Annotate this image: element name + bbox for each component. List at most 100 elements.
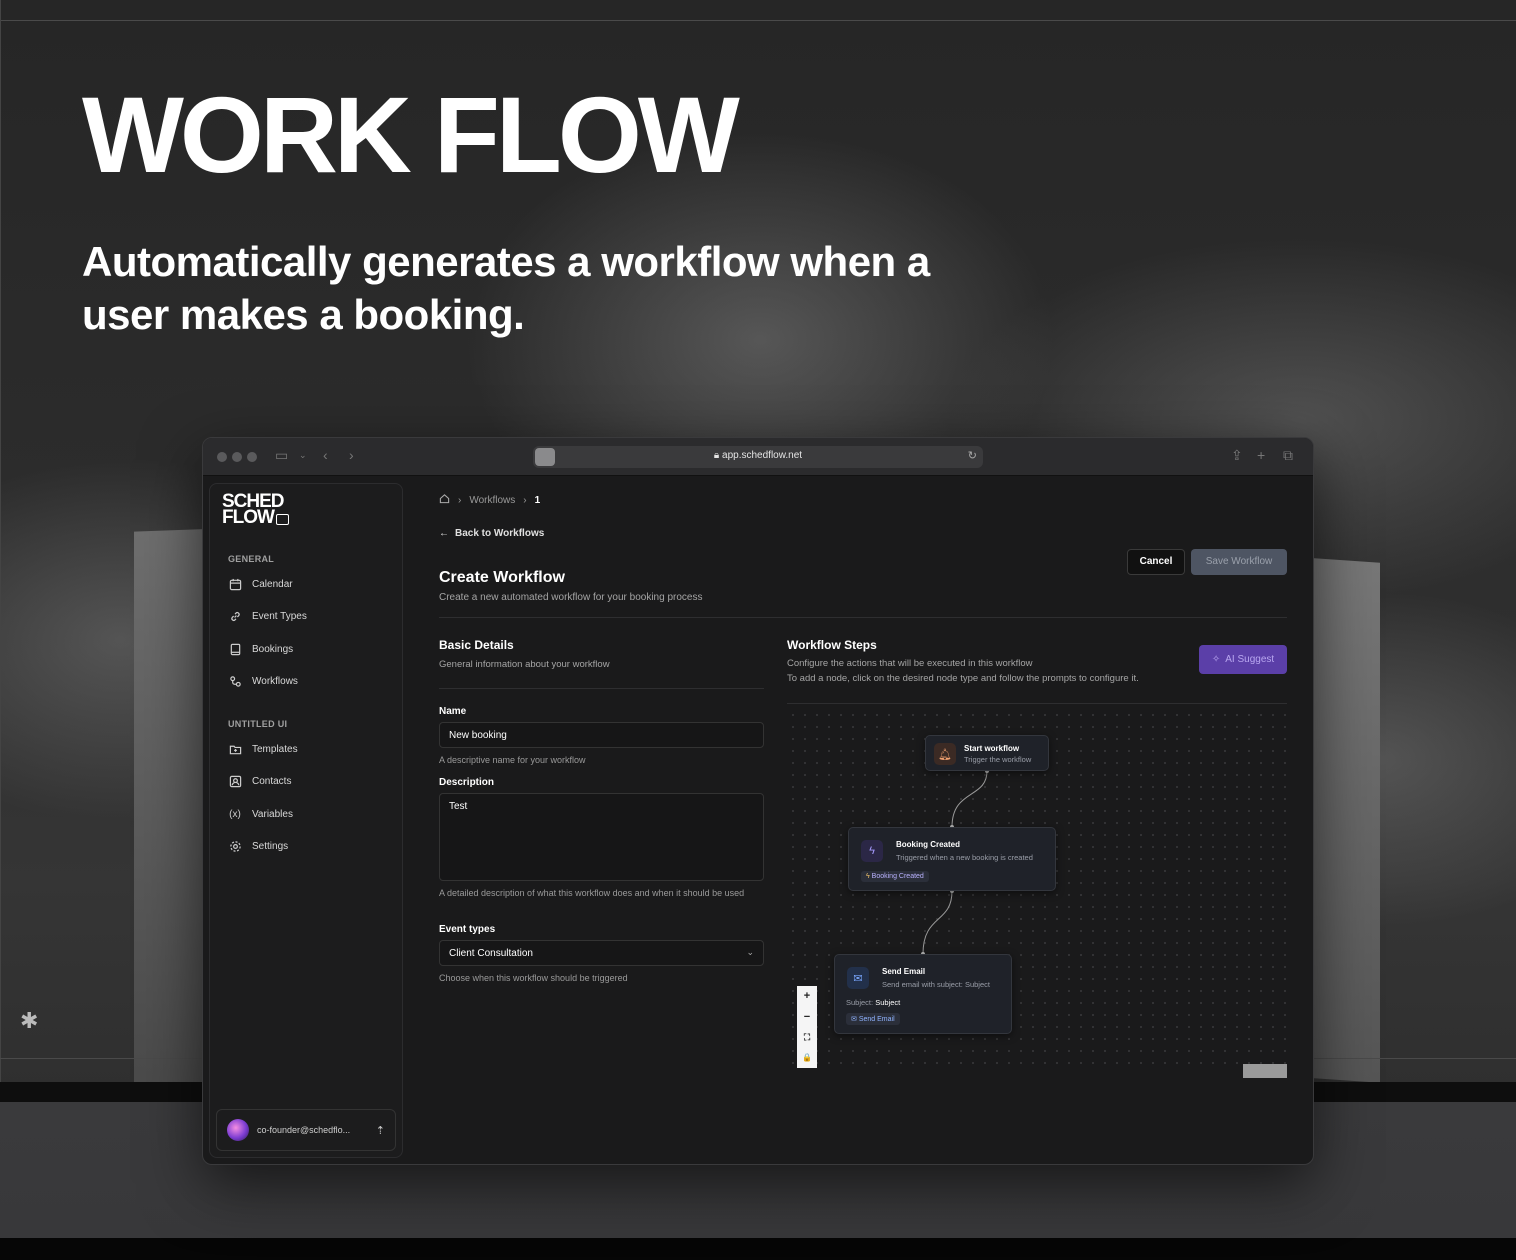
subject-label: Subject: xyxy=(846,998,874,1007)
back-link-label: Back to Workflows xyxy=(455,528,545,539)
link-icon xyxy=(228,609,242,623)
zoom-out-button[interactable]: − xyxy=(804,1011,810,1023)
sidebar-item-settings[interactable]: Settings xyxy=(228,839,288,853)
chevron-down-icon: ⌄ xyxy=(746,947,754,957)
node-title: Start workflow xyxy=(964,744,1020,753)
back-link[interactable]: ← Back to Workflows xyxy=(439,528,544,539)
description-label: Description xyxy=(439,777,495,788)
left-edge-line xyxy=(0,0,1,1100)
workflow-canvas[interactable]: 🔔︎ Start workflow Trigger the workflow ϟ… xyxy=(787,709,1287,1078)
breadcrumb-workflows[interactable]: Workflows xyxy=(469,495,515,506)
event-types-select[interactable]: Client Consultation ⌄ xyxy=(439,940,764,966)
lock-button[interactable]: 🔒 xyxy=(802,1052,812,1064)
save-workflow-button[interactable]: Save Workflow xyxy=(1191,549,1287,575)
zoom-controls: + − ⛶ 🔒 xyxy=(797,986,817,1068)
name-input[interactable]: New booking xyxy=(439,722,764,748)
sidebar-item-contacts[interactable]: Contacts xyxy=(228,774,291,788)
sparkle-icon: ✧ xyxy=(1211,654,1221,665)
share-icon[interactable]: ⇪ xyxy=(1231,447,1243,464)
tabs-overview-icon[interactable]: ⧉ xyxy=(1283,447,1293,464)
node-subtitle: Triggered when a new booking is created xyxy=(896,853,1033,862)
sidebar-item-variables[interactable]: (x) Variables xyxy=(228,807,293,821)
sidebar-toggle-icon[interactable]: ▭ xyxy=(275,447,288,464)
workflow-steps-subtitle-2: To add a node, click on the desired node… xyxy=(787,673,1139,684)
window-controls[interactable] xyxy=(217,452,257,462)
sidebar-item-label: Settings xyxy=(252,840,289,852)
upload-icon[interactable]: ⇡ xyxy=(376,1124,385,1137)
event-types-label: Event types xyxy=(439,924,496,935)
node-subtitle: Trigger the workflow xyxy=(964,755,1032,764)
page-subtitle: Create a new automated workflow for your… xyxy=(439,592,703,603)
sidebar-item-calendar[interactable]: Calendar xyxy=(228,577,293,591)
app-body: SCHED FLOW GENERAL Calendar Event Types … xyxy=(203,477,1313,1164)
logo[interactable]: SCHED FLOW xyxy=(222,492,289,528)
breadcrumb-separator-icon: › xyxy=(523,494,527,506)
fit-view-button[interactable]: ⛶ xyxy=(804,1031,810,1043)
breadcrumb-separator-icon: › xyxy=(458,494,462,506)
top-divider xyxy=(0,20,1516,21)
home-icon[interactable] xyxy=(439,493,450,507)
workflow-steps-title: Workflow Steps xyxy=(787,638,877,652)
mail-icon: ✉︎ xyxy=(847,967,869,989)
book-icon xyxy=(228,642,242,656)
sidebar-item-templates[interactable]: Templates xyxy=(228,742,298,756)
user-email: co-founder@schedflo... xyxy=(257,1125,351,1135)
browser-toolbar: ▭ ⌄ ‹ › 🔒︎ app.schedflow.net ↻ ⇪ + ⧉ xyxy=(203,438,1313,476)
mail-icon: ✉︎ xyxy=(851,1016,857,1023)
sidebar-item-label: Calendar xyxy=(252,578,293,590)
basic-details-title: Basic Details xyxy=(439,638,514,652)
minimap[interactable] xyxy=(1243,1064,1287,1078)
folder-icon xyxy=(228,742,242,756)
node-booking-created[interactable]: ϟ Booking Created Triggered when a new b… xyxy=(848,827,1056,891)
forward-nav-icon[interactable]: › xyxy=(349,447,354,463)
logo-line-2: FLOW xyxy=(222,507,275,528)
chevron-down-icon[interactable]: ⌄ xyxy=(299,450,307,461)
sidebar-item-workflows[interactable]: Workflows xyxy=(228,674,298,688)
contact-icon xyxy=(228,774,242,788)
sidebar-item-label: Event Types xyxy=(252,610,307,622)
lock-icon: 🔒︎ xyxy=(713,450,720,461)
sidebar-item-label: Templates xyxy=(252,743,298,755)
ai-suggest-button[interactable]: ✧ AI Suggest xyxy=(1199,645,1287,674)
lightning-icon: ϟ xyxy=(866,873,870,880)
avatar xyxy=(227,1119,249,1141)
sidebar: SCHED FLOW GENERAL Calendar Event Types … xyxy=(209,483,403,1158)
node-start-workflow[interactable]: 🔔︎ Start workflow Trigger the workflow xyxy=(925,735,1049,771)
section-label-untitled-ui: UNTITLED UI xyxy=(228,719,288,729)
cancel-button[interactable]: Cancel xyxy=(1127,549,1185,575)
node-subject-row: Subject: Subject xyxy=(846,998,900,1007)
arrow-left-icon: ← xyxy=(439,528,449,539)
sidebar-item-label: Workflows xyxy=(252,675,298,687)
node-tag-label: Booking Created xyxy=(871,873,924,880)
user-card[interactable]: co-founder@schedflo... ⇡ xyxy=(216,1109,396,1151)
page-title: Create Workflow xyxy=(439,569,565,586)
new-tab-icon[interactable]: + xyxy=(1257,447,1265,463)
node-tag: ϟ Booking Created xyxy=(861,871,929,882)
lightning-icon: ϟ xyxy=(861,840,883,862)
reload-icon[interactable]: ↻ xyxy=(968,449,977,462)
zoom-in-button[interactable]: + xyxy=(804,990,810,1002)
node-tag: ✉︎ Send Email xyxy=(846,1013,900,1025)
sidebar-item-label: Contacts xyxy=(252,775,292,787)
sidebar-item-label: Variables xyxy=(252,808,293,820)
basic-details-divider xyxy=(439,688,764,689)
header-divider xyxy=(439,617,1287,618)
sidebar-item-bookings[interactable]: Bookings xyxy=(228,642,293,656)
sidebar-item-event-types[interactable]: Event Types xyxy=(228,609,307,623)
sidebar-item-label: Bookings xyxy=(252,643,294,655)
name-helper: A descriptive name for your workflow xyxy=(439,755,586,765)
ai-suggest-label: AI Suggest xyxy=(1225,654,1275,665)
description-helper: A detailed description of what this work… xyxy=(439,888,745,898)
variable-icon: (x) xyxy=(229,808,241,820)
address-bar[interactable]: 🔒︎ app.schedflow.net ↻ xyxy=(533,446,983,468)
node-tag-label: Send Email xyxy=(858,1016,895,1023)
hero-title: WORK FLOW xyxy=(82,74,740,195)
asterisk-icon: ✱ xyxy=(20,1008,39,1033)
event-types-value: Client Consultation xyxy=(449,948,533,959)
back-nav-icon[interactable]: ‹ xyxy=(323,447,328,463)
bell-icon: 🔔︎ xyxy=(934,743,956,765)
node-send-email[interactable]: ✉︎ Send Email Send email with subject: S… xyxy=(834,954,1012,1034)
description-textarea[interactable]: Test xyxy=(439,793,764,881)
subject-value: Subject xyxy=(875,998,901,1007)
breadcrumb-current: 1 xyxy=(534,494,541,506)
